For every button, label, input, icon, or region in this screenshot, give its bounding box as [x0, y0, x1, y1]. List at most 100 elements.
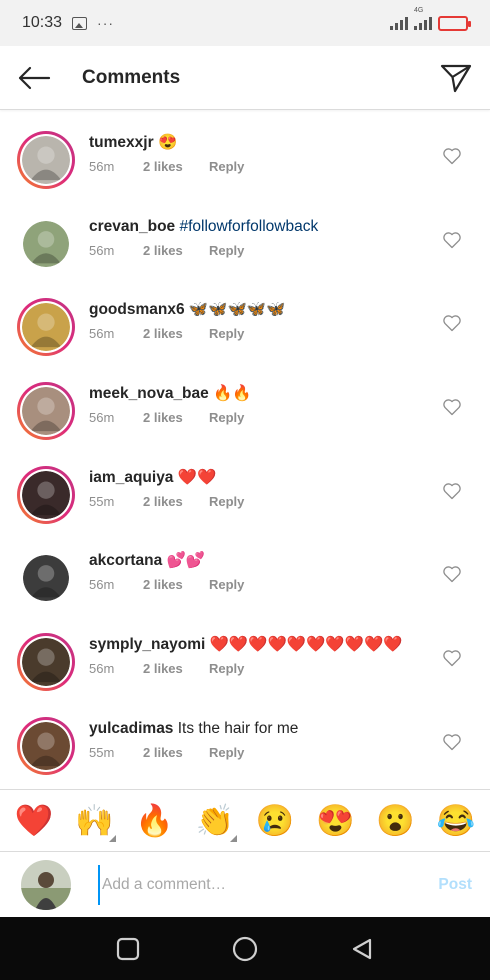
comment-avatar[interactable]	[17, 716, 75, 775]
emoji-glyph: ❤️	[14, 803, 54, 838]
comment-likes[interactable]: 2 likes	[143, 410, 209, 425]
like-comment-button[interactable]	[442, 313, 462, 333]
comment-row: crevan_boe #followforfollowback 56m 2 li…	[0, 200, 490, 284]
comment-line: meek_nova_bae 🔥🔥	[89, 384, 430, 404]
reply-button[interactable]: Reply	[209, 494, 244, 509]
home-button[interactable]	[225, 929, 265, 969]
comment-username[interactable]: goodsmanx6	[89, 301, 185, 318]
comments-header: Comments	[0, 46, 490, 110]
comment-line: symply_nayomi ❤️❤️❤️❤️❤️❤️❤️❤️❤️❤️	[89, 635, 430, 655]
comment-body: iam_aquiya ❤️❤️ 55m 2 likes Reply	[89, 468, 430, 509]
comment-username[interactable]: tumexxjr	[89, 134, 154, 151]
comment-time: 56m	[89, 577, 115, 593]
emoji-raising-hands-button[interactable]: 🙌	[70, 797, 118, 845]
emoji-fire-button[interactable]: 🔥	[131, 797, 179, 845]
signal-icon	[390, 16, 408, 30]
avatar-image	[22, 721, 70, 770]
comment-time: 55m	[89, 493, 115, 509]
comment-likes[interactable]: 2 likes	[143, 745, 209, 760]
comment-body: symply_nayomi ❤️❤️❤️❤️❤️❤️❤️❤️❤️❤️ 56m 2…	[89, 635, 430, 676]
comment-likes[interactable]: 2 likes	[143, 326, 209, 341]
comments-list: tumexxjr 😍 56m 2 likes Reply crevan_boe …	[0, 116, 490, 786]
paper-plane-icon	[440, 64, 472, 92]
heart-outline-icon	[443, 734, 461, 750]
emoji-red-heart-button[interactable]: ❤️	[10, 797, 58, 845]
comment-row: meek_nova_bae 🔥🔥 56m 2 likes Reply	[0, 367, 490, 451]
comment-avatar[interactable]	[17, 298, 75, 357]
reply-button[interactable]: Reply	[209, 745, 244, 760]
avatar-image	[22, 470, 70, 519]
comment-text: 😍	[157, 134, 178, 151]
avatar-image	[22, 136, 70, 184]
status-icons-left: ···	[72, 15, 114, 31]
reply-button[interactable]: Reply	[209, 159, 244, 174]
comment-avatar[interactable]	[17, 382, 75, 441]
recent-apps-button[interactable]	[108, 929, 148, 969]
comment-body: meek_nova_bae 🔥🔥 56m 2 likes Reply	[89, 384, 430, 425]
comment-likes[interactable]: 2 likes	[143, 661, 209, 676]
share-button[interactable]	[426, 46, 486, 110]
comment-text: 💕💕	[166, 552, 206, 570]
like-comment-button[interactable]	[442, 146, 462, 166]
like-comment-button[interactable]	[442, 732, 462, 752]
comment-username[interactable]: crevan_boe	[89, 218, 175, 235]
emoji-tears-of-joy-button[interactable]: 😂	[432, 797, 480, 845]
comment-avatar[interactable]	[17, 633, 75, 692]
emoji-surprised-face-button[interactable]: 😮	[372, 797, 420, 845]
comment-avatar[interactable]	[17, 215, 75, 273]
comment-username[interactable]: iam_aquiya	[89, 469, 173, 486]
comment-username[interactable]: meek_nova_bae	[89, 385, 209, 402]
emoji-glyph: 😢	[255, 803, 295, 838]
like-comment-button[interactable]	[442, 397, 462, 417]
comment-row: iam_aquiya ❤️❤️ 55m 2 likes Reply	[0, 451, 490, 535]
avatar-image	[22, 387, 70, 436]
reply-button[interactable]: Reply	[209, 410, 244, 425]
avatar-image	[22, 638, 70, 687]
comment-username[interactable]: akcortana	[89, 552, 162, 569]
reply-button[interactable]: Reply	[209, 243, 244, 258]
like-comment-button[interactable]	[442, 481, 462, 501]
comment-avatar[interactable]	[17, 549, 75, 607]
avatar-image	[23, 555, 69, 602]
comment-meta: 56m 2 likes Reply	[89, 159, 430, 174]
comment-meta: 56m 2 likes Reply	[89, 661, 430, 676]
emoji-quick-bar: ❤️ 🙌 🔥 👏 😢 😍 😮 😂	[0, 789, 490, 851]
reply-button[interactable]: Reply	[209, 661, 244, 676]
emoji-clapping-hands-button[interactable]: 👏	[191, 797, 239, 845]
comment-avatar[interactable]	[17, 131, 75, 189]
system-back-button[interactable]	[342, 929, 382, 969]
comment-meta: 56m 2 likes Reply	[89, 243, 430, 258]
comment-likes[interactable]: 2 likes	[143, 577, 209, 592]
reply-button[interactable]: Reply	[209, 326, 244, 341]
comment-body: goodsmanx6 🦋🦋🦋🦋🦋 56m 2 likes Reply	[89, 300, 430, 341]
comment-username[interactable]: yulcadimas	[89, 720, 173, 737]
comment-username[interactable]: symply_nayomi	[89, 636, 205, 653]
comment-input[interactable]	[98, 864, 410, 905]
like-comment-button[interactable]	[442, 648, 462, 668]
avatar-image	[22, 303, 70, 352]
comment-likes[interactable]: 2 likes	[143, 494, 209, 509]
reply-button[interactable]: Reply	[209, 577, 244, 592]
comment-body: crevan_boe #followforfollowback 56m 2 li…	[89, 217, 430, 258]
comment-body: tumexxjr 😍 56m 2 likes Reply	[89, 133, 430, 174]
like-comment-button[interactable]	[442, 230, 462, 250]
comment-text: ❤️❤️	[177, 468, 217, 486]
comment-meta: 55m 2 likes Reply	[89, 494, 430, 509]
emoji-crying-face-button[interactable]: 😢	[251, 797, 299, 845]
like-comment-button[interactable]	[442, 564, 462, 584]
heart-outline-icon	[443, 399, 461, 416]
my-avatar	[21, 859, 71, 910]
signal-4g-icon: 4G	[414, 7, 432, 30]
comment-line: tumexxjr 😍	[89, 133, 430, 153]
page-title: Comments	[82, 66, 181, 88]
post-button[interactable]: Post	[410, 876, 472, 894]
comment-avatar[interactable]	[17, 465, 75, 524]
comment-likes[interactable]: 2 likes	[143, 159, 209, 174]
comment-likes[interactable]: 2 likes	[143, 243, 209, 258]
android-nav-bar	[0, 917, 490, 980]
comment-hashtag[interactable]: #followforfollowback	[179, 218, 318, 235]
back-button[interactable]	[2, 46, 66, 110]
emoji-heart-eyes-button[interactable]: 😍	[311, 797, 359, 845]
comment-composer: Post	[0, 851, 490, 917]
status-time: 10:33	[22, 14, 63, 31]
